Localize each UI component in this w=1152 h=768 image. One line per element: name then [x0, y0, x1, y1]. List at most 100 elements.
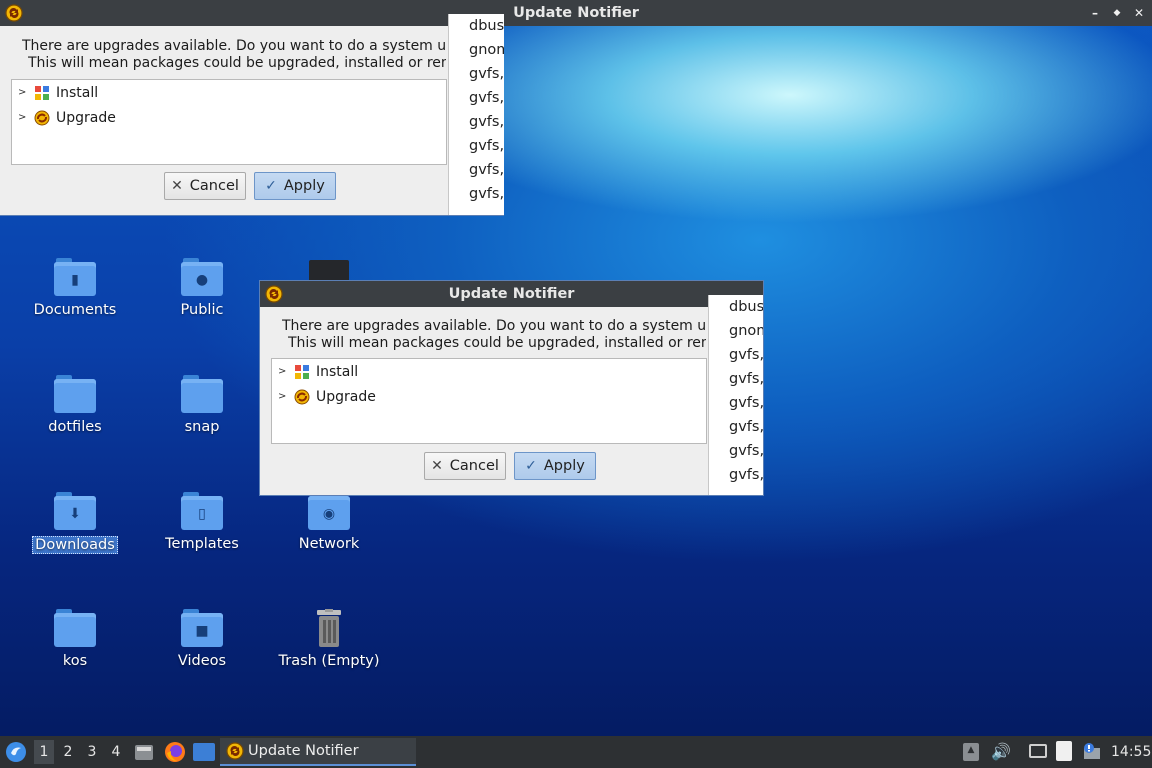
list-item: gvfs, — [729, 347, 763, 363]
cancel-label: Cancel — [189, 178, 239, 194]
minimize-icon[interactable]: – — [1088, 0, 1102, 26]
maximize-icon[interactable]: ◆ — [1110, 0, 1124, 26]
templates-folder-icon: ▯ — [181, 492, 223, 532]
desktop-icon-videos[interactable]: ■ Videos — [147, 609, 257, 669]
apply-button[interactable]: ✓ Apply — [514, 452, 596, 480]
tree-item-label: Install — [316, 364, 359, 380]
cancel-button[interactable]: ✕ Cancel — [164, 172, 246, 200]
install-icon — [34, 85, 50, 101]
desktop-icon-network[interactable]: ◉ Network — [274, 492, 384, 552]
hidden-desktop-icon — [309, 260, 349, 282]
task-label: Update Notifier — [248, 743, 359, 759]
expand-icon[interactable]: > — [278, 361, 288, 383]
desktop-icon-label: Trash (Empty) — [278, 653, 380, 669]
desktop-icon-label: kos — [62, 653, 88, 669]
clipboard-icon[interactable] — [1056, 741, 1072, 761]
expand-icon[interactable]: > — [18, 82, 28, 104]
expand-icon[interactable]: > — [278, 386, 288, 408]
tray-arrow-icon[interactable]: ▲ — [963, 743, 979, 761]
message-line-2: This will mean packages could be upgrade… — [28, 55, 446, 71]
tree-item-label: Upgrade — [316, 389, 376, 405]
message-line-1: There are upgrades available. Do you wan… — [22, 38, 446, 54]
clock[interactable]: 14:55 — [1111, 736, 1151, 768]
network-tray-icon[interactable] — [1029, 744, 1047, 758]
desktop-icon-label: snap — [184, 419, 220, 435]
expand-icon[interactable]: > — [18, 107, 28, 129]
desktop-icon-documents[interactable]: ▮ Documents — [20, 258, 130, 318]
tree-item-label: Upgrade — [56, 110, 116, 126]
window-title: Update Notifier — [513, 5, 639, 21]
notification-icon[interactable] — [1082, 742, 1102, 760]
workspace-4[interactable]: 4 — [106, 740, 126, 764]
package-tree[interactable]: > Install > Upgrade — [11, 79, 447, 165]
close-icon[interactable]: ✕ — [1132, 0, 1146, 26]
show-desktop-icon[interactable] — [193, 743, 215, 761]
file-manager-icon[interactable] — [134, 742, 154, 762]
folder-icon — [181, 375, 223, 415]
checkmark-icon: ✓ — [525, 458, 537, 474]
workspace-2[interactable]: 2 — [58, 740, 78, 764]
update-notifier-icon — [226, 742, 244, 760]
checkmark-icon: ✓ — [265, 178, 277, 194]
update-notifier-icon — [5, 4, 23, 31]
trash-icon — [311, 609, 347, 649]
desktop-icon-label: Templates — [165, 536, 239, 552]
window-titlebar[interactable]: Update Notifier – ◆ ✕ — [0, 0, 1152, 26]
window-titlebar[interactable]: Update Notifier — [260, 281, 763, 307]
desktop-icon-snap[interactable]: snap — [147, 375, 257, 435]
list-item: gvfs, — [469, 162, 504, 178]
install-icon — [294, 364, 310, 380]
list-item: gvfs, — [729, 467, 763, 483]
list-item: gvfs, — [469, 90, 504, 106]
desktop-icon-label: Videos — [177, 653, 227, 669]
cancel-button[interactable]: ✕ Cancel — [424, 452, 506, 480]
taskbar: 1 2 3 4 Update Notifier ▲ 🔊 14:55 — [0, 736, 1152, 768]
window-title: Update Notifier — [448, 286, 575, 302]
desktop-icon-kos[interactable]: kos — [20, 609, 130, 669]
tree-item-upgrade[interactable]: > Upgrade — [278, 386, 376, 408]
update-notifier-window-secondary: Update Notifier There are upgrades avail… — [260, 281, 763, 495]
tree-item-upgrade[interactable]: > Upgrade — [18, 107, 116, 129]
desktop-icon-templates[interactable]: ▯ Templates — [147, 492, 257, 552]
downloads-folder-icon: ⬇ — [54, 492, 96, 532]
task-update-notifier[interactable]: Update Notifier — [220, 738, 416, 766]
list-item: gnome — [729, 323, 763, 339]
list-item: gvfs, — [729, 395, 763, 411]
list-item: gvfs, — [469, 114, 504, 130]
package-tree[interactable]: > Install > Upgrade — [271, 358, 707, 444]
tree-item-install[interactable]: > Install — [18, 82, 98, 104]
public-folder-icon: ● — [181, 258, 223, 298]
cancel-icon: ✕ — [431, 458, 443, 474]
start-menu-icon[interactable] — [4, 740, 28, 764]
list-item: gvfs, — [469, 66, 504, 82]
update-notifier-icon — [265, 285, 283, 312]
desktop-icon-label: Public — [180, 302, 224, 318]
tree-item-install[interactable]: > Install — [278, 361, 358, 383]
workspace-3[interactable]: 3 — [82, 740, 102, 764]
desktop-icon-public[interactable]: ● Public — [147, 258, 257, 318]
message-line-1: There are upgrades available. Do you wan… — [282, 318, 706, 334]
upgrade-icon — [294, 389, 310, 405]
volume-icon[interactable]: 🔊 — [991, 741, 1011, 763]
desktop-icon-downloads[interactable]: ⬇ Downloads — [20, 492, 130, 554]
list-item: gnome — [469, 42, 504, 58]
firefox-icon[interactable] — [164, 741, 186, 763]
upgrade-icon — [34, 110, 50, 126]
list-item: dbus, — [469, 18, 504, 34]
apply-button[interactable]: ✓ Apply — [254, 172, 336, 200]
apply-label: Apply — [283, 178, 325, 194]
package-side-list[interactable]: dbus, gnome gvfs, gvfs, gvfs, gvfs, gvfs… — [708, 295, 763, 495]
desktop-icon-dotfiles[interactable]: dotfiles — [20, 375, 130, 435]
package-side-list[interactable]: dbus, gnome gvfs, gvfs, gvfs, gvfs, gvfs… — [448, 14, 504, 215]
list-item: gvfs, — [729, 371, 763, 387]
list-item: gvfs, — [469, 186, 504, 202]
desktop-icon-trash[interactable]: Trash (Empty) — [274, 609, 384, 669]
list-item: gvfs, — [469, 138, 504, 154]
list-item: gvfs, — [729, 419, 763, 435]
document-folder-icon: ▮ — [54, 258, 96, 298]
workspace-1[interactable]: 1 — [34, 740, 54, 764]
network-folder-icon: ◉ — [308, 492, 350, 532]
desktop-icon-label: Downloads — [32, 536, 118, 554]
folder-icon — [54, 375, 96, 415]
cancel-label: Cancel — [449, 458, 499, 474]
